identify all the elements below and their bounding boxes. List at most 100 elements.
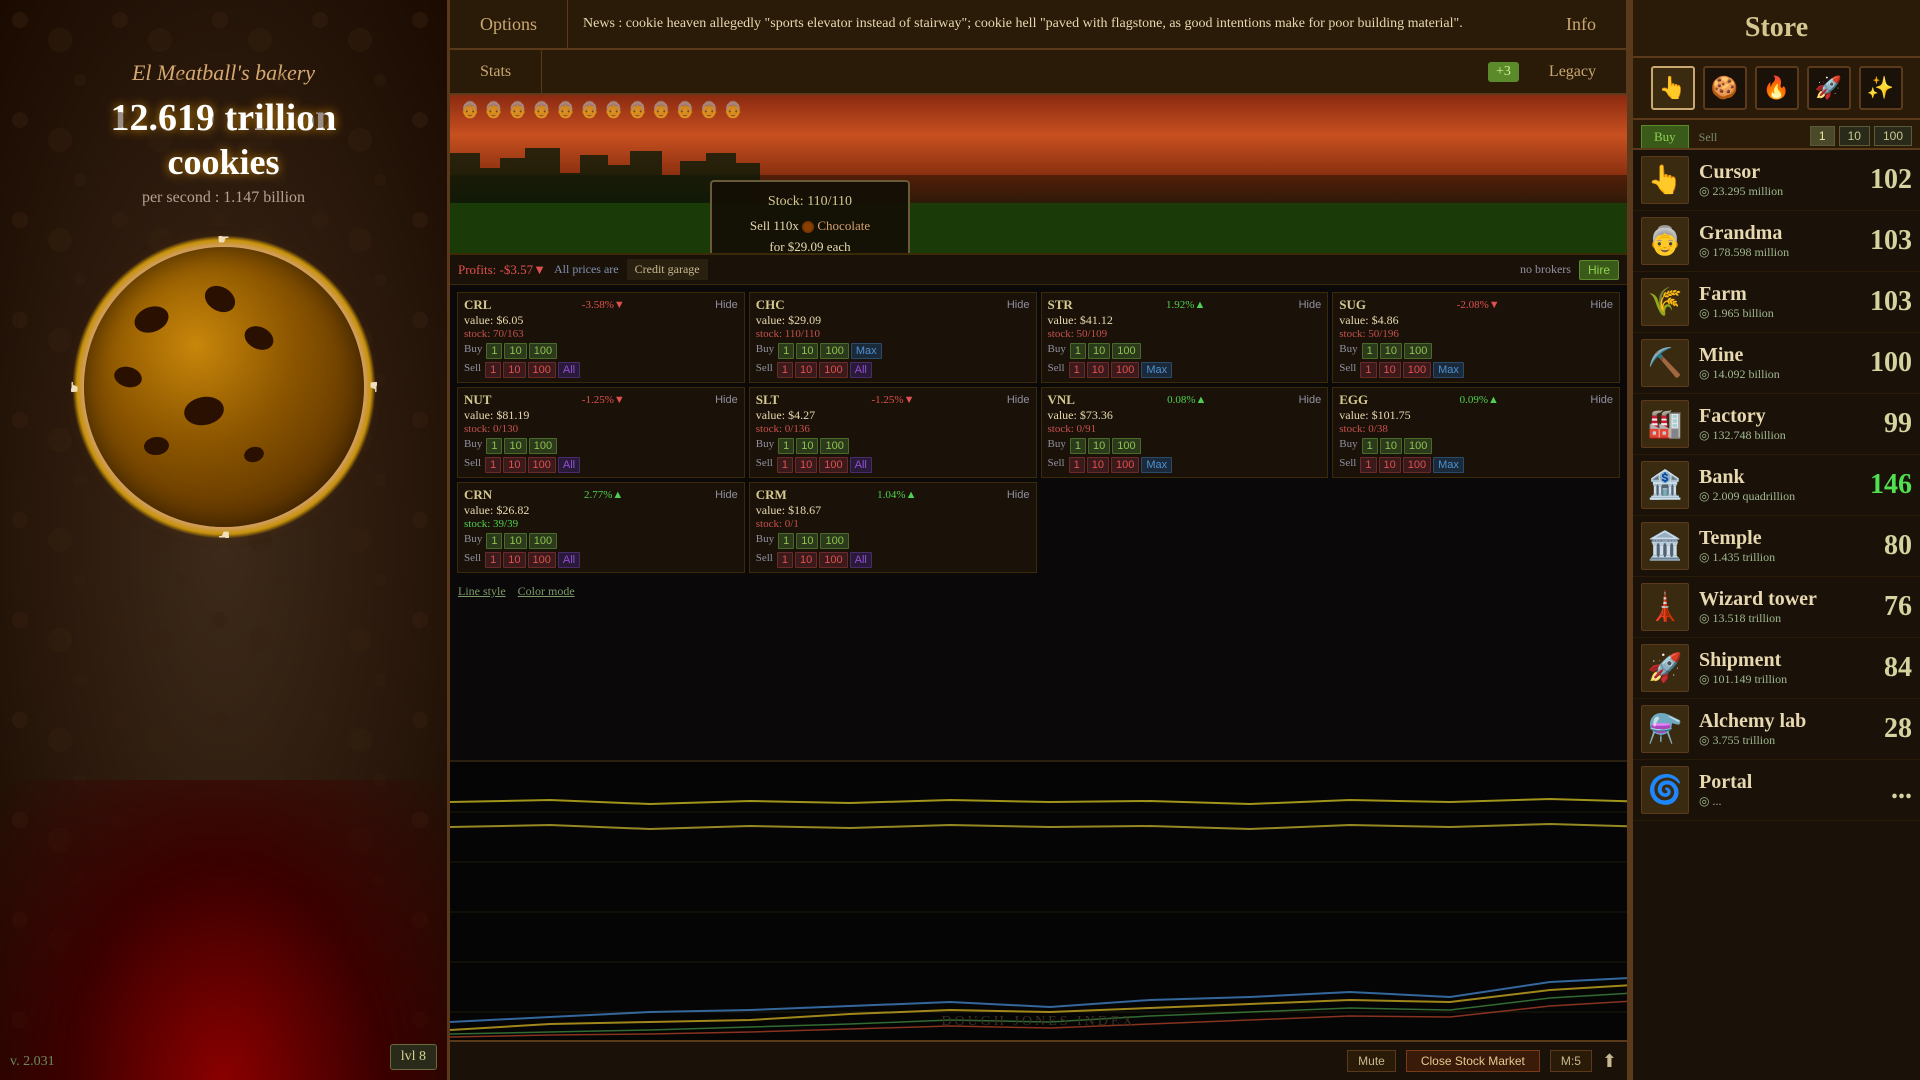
tooltip-price: for $29.09 each (728, 239, 892, 255)
store-item-icon: 🏦 (1641, 461, 1689, 509)
magic-icon-tab[interactable]: ✨ (1859, 66, 1903, 110)
options-button[interactable]: Options (450, 0, 568, 48)
store-item-icon: 🚀 (1641, 644, 1689, 692)
color-mode-link[interactable]: Color mode (518, 584, 575, 599)
store-item-price: ◎ 1.435 trillion (1699, 550, 1857, 565)
line-style-link[interactable]: Line style (458, 584, 506, 599)
store-item-factory[interactable]: 🏭 Factory ◎ 132.748 billion 99 (1633, 394, 1920, 455)
grandma-icons: 👵👵👵 👵👵👵 👵👵👵 👵👵👵 (450, 95, 1627, 125)
cookie-cursor-top: ☛ (217, 232, 230, 249)
middle-panel: Options News : cookie heaven allegedly "… (450, 0, 1630, 1080)
tooltip-stock-label: Stock: 110/110 (728, 194, 892, 210)
store-item-count: 99 (1867, 408, 1912, 440)
close-stock-market-button[interactable]: Close Stock Market (1406, 1050, 1540, 1072)
bottom-red (0, 780, 447, 1080)
store-item-bank[interactable]: 🏦 Bank ◎ 2.009 quadrillion 146 (1633, 455, 1920, 516)
store-item-price: ◎ 1.965 billion (1699, 306, 1857, 321)
buildings (450, 143, 1627, 203)
store-item-grandma[interactable]: 👵 Grandma ◎ 178.598 million 103 (1633, 211, 1920, 272)
store-item-count: 102 (1867, 164, 1912, 196)
store-item-count: ... (1867, 774, 1912, 806)
store-item-price: ◎ 14.092 billion (1699, 367, 1857, 382)
store-item-count: 76 (1867, 591, 1912, 623)
chart-area: DOUGH JONES INDEX (450, 760, 1627, 1040)
cookie-icon-tab[interactable]: 🍪 (1703, 66, 1747, 110)
store-item-name: Alchemy lab (1699, 710, 1857, 733)
game-viewport: 👵👵👵 👵👵👵 👵👵👵 👵👵👵 Stock: 110/110 (450, 95, 1627, 255)
store-items-list: 👆 Cursor ◎ 23.295 million 102 👵 Grandma … (1633, 150, 1920, 1080)
level-badge: lvl 8 (390, 1044, 437, 1070)
buy-sell-tabs: Buy Sell 1 10 100 (1633, 120, 1920, 150)
store-item-count: 100 (1867, 347, 1912, 379)
store-item-icon: ⚗️ (1641, 705, 1689, 753)
store-item-mine[interactable]: ⛏️ Mine ◎ 14.092 billion 100 (1633, 333, 1920, 394)
stock-tooltip: Stock: 110/110 Sell 110x Chocolate for $… (710, 180, 910, 255)
credit-garage: Credit garage (627, 259, 708, 280)
chart-controls: Line style Color mode (450, 580, 1627, 603)
stock-card-sug: SUG -2.08%▼ Hide value: $4.86 stock: 50/… (1332, 292, 1620, 383)
store-item-name: Factory (1699, 405, 1857, 428)
store-item-name: Mine (1699, 344, 1857, 367)
info-button[interactable]: Info (1536, 0, 1627, 48)
store-title: Store (1633, 0, 1920, 58)
store-item-count: 84 (1867, 652, 1912, 684)
buy-tab[interactable]: Buy (1641, 125, 1689, 148)
store-item-farm[interactable]: 🌾 Farm ◎ 1.965 billion 103 (1633, 272, 1920, 333)
qty-1-button[interactable]: 1 (1810, 126, 1835, 146)
store-item-icon: 👆 (1641, 156, 1689, 204)
legacy-badge: +3 (1488, 62, 1519, 82)
store-item-portal[interactable]: 🌀 Portal ◎ ... ... (1633, 760, 1920, 821)
stock-card-crm: CRM 1.04%▲ Hide value: $18.67 stock: 0/1… (749, 482, 1037, 573)
stock-card-nut: NUT -1.25%▼ Hide value: $81.19 stock: 0/… (457, 387, 745, 478)
expand-icon[interactable]: ⬆ (1602, 1051, 1617, 1072)
news-ticker: News : cookie heaven allegedly "sports e… (568, 0, 1536, 48)
fire-icon-tab[interactable]: 🔥 (1755, 66, 1799, 110)
store-item-icon: 🗼 (1641, 583, 1689, 631)
store-item-temple[interactable]: 🏛️ Temple ◎ 1.435 trillion 80 (1633, 516, 1920, 577)
store-icons-row: 👆 🍪 🔥 🚀 ✨ (1633, 58, 1920, 120)
store-item-name: Farm (1699, 283, 1857, 306)
store-item-count: 146 (1867, 469, 1912, 501)
tooltip-sell-line: Sell 110x Chocolate (728, 218, 892, 234)
per-second: per second : 1.147 billion (142, 189, 305, 207)
cursor-icon-tab[interactable]: 👆 (1651, 66, 1695, 110)
stock-card-str: STR 1.92%▲ Hide value: $41.12 stock: 50/… (1041, 292, 1329, 383)
store-item-wizard-tower[interactable]: 🗼 Wizard tower ◎ 13.518 trillion 76 (1633, 577, 1920, 638)
store-item-name: Bank (1699, 466, 1857, 489)
store-item-icon: 👵 (1641, 217, 1689, 265)
store-item-price: ◎ 2.009 quadrillion (1699, 489, 1857, 504)
qty-100-button[interactable]: 100 (1874, 126, 1912, 146)
store-item-price: ◎ 132.748 billion (1699, 428, 1857, 443)
store-item-icon: 🌀 (1641, 766, 1689, 814)
cookie-cursor-left: ☛ (66, 381, 83, 394)
stock-card-chc: CHC Hide value: $29.09 stock: 110/110 Bu… (749, 292, 1037, 383)
cookie-container[interactable]: ☛ ☛ ☛ ☛ (64, 227, 384, 547)
store-item-count: 103 (1867, 225, 1912, 257)
store-item-count: 80 (1867, 530, 1912, 562)
dough-jones-chart (450, 762, 1627, 1040)
stats-row: Stats +3 Legacy (450, 50, 1627, 95)
store-item-name: Portal (1699, 771, 1857, 794)
stock-card-crn: CRN 2.77%▲ Hide value: $26.82 stock: 39/… (457, 482, 745, 573)
store-item-name: Cursor (1699, 161, 1857, 184)
store-item-alchemy-lab[interactable]: ⚗️ Alchemy lab ◎ 3.755 trillion 28 (1633, 699, 1920, 760)
legacy-button[interactable]: Legacy (1519, 50, 1627, 93)
rocket-icon-tab[interactable]: 🚀 (1807, 66, 1851, 110)
store-item-icon: 🏛️ (1641, 522, 1689, 570)
right-panel: Store 👆 🍪 🔥 🚀 ✨ Buy Sell 1 10 100 👆 Curs… (1630, 0, 1920, 1080)
cookie[interactable] (84, 247, 364, 527)
store-item-shipment[interactable]: 🚀 Shipment ◎ 101.149 trillion 84 (1633, 638, 1920, 699)
store-item-name: Wizard tower (1699, 588, 1857, 611)
chart-label: DOUGH JONES INDEX (941, 1014, 1135, 1030)
mute-button[interactable]: Mute (1347, 1050, 1396, 1072)
stock-card-vnl: VNL 0.08%▲ Hide value: $73.36 stock: 0/9… (1041, 387, 1329, 478)
qty-10-button[interactable]: 10 (1839, 126, 1870, 146)
stock-market: Profits: -$3.57▼ All prices are Credit g… (450, 255, 1627, 760)
m5-button[interactable]: M:5 (1550, 1050, 1592, 1072)
sell-label: Sell (1689, 127, 1728, 148)
stats-button[interactable]: Stats (450, 50, 542, 93)
stock-card-egg: EGG 0.09%▲ Hide value: $101.75 stock: 0/… (1332, 387, 1620, 478)
hire-button[interactable]: Hire (1579, 260, 1619, 280)
store-item-count: 103 (1867, 286, 1912, 318)
store-item-cursor[interactable]: 👆 Cursor ◎ 23.295 million 102 (1633, 150, 1920, 211)
